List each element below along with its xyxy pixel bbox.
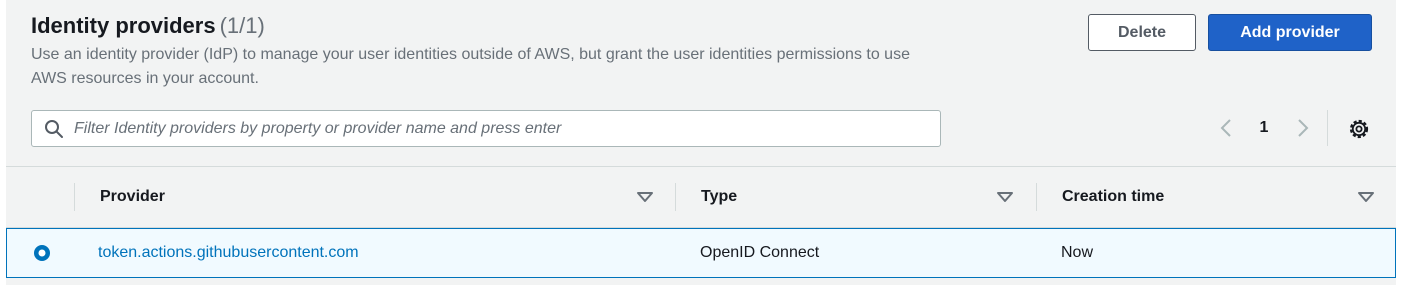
- column-separator: [1036, 183, 1037, 211]
- panel-header: Identity providers (1/1) Use an identity …: [6, 0, 1396, 166]
- caret-down-icon[interactable]: [636, 190, 654, 204]
- caret-down-icon[interactable]: [996, 190, 1014, 204]
- provider-link[interactable]: token.actions.githubusercontent.com: [98, 229, 359, 277]
- caret-down-icon[interactable]: [1357, 190, 1375, 204]
- radio-selected-icon[interactable]: [33, 244, 51, 262]
- provider-count: (1/1): [219, 13, 265, 38]
- table-row[interactable]: token.actions.githubusercontent.com Open…: [6, 228, 1396, 278]
- page-description: Use an identity provider (IdP) to manage…: [31, 46, 910, 87]
- identity-providers-panel: Identity providers (1/1) Use an identity …: [6, 0, 1396, 285]
- filter-input[interactable]: [74, 111, 924, 146]
- page-title-text: Identity providers: [31, 13, 216, 38]
- column-separator: [74, 183, 75, 211]
- delete-button[interactable]: Delete: [1088, 14, 1196, 51]
- current-page-number[interactable]: 1: [1252, 112, 1276, 144]
- providers-table: Provider Type Creation time token.action…: [6, 166, 1396, 285]
- column-separator: [675, 183, 676, 211]
- creation-time: Now: [1061, 244, 1094, 261]
- pagination-divider: [1327, 110, 1328, 146]
- table-header: Provider Type Creation time: [6, 166, 1396, 228]
- column-header-creation-time[interactable]: Creation time: [1062, 167, 1164, 227]
- gear-icon[interactable]: [1346, 116, 1372, 142]
- column-header-type[interactable]: Type: [701, 167, 737, 227]
- filter-search-box[interactable]: [31, 110, 941, 147]
- page-title: Identity providers (1/1): [31, 13, 265, 39]
- chevron-left-icon[interactable]: [1214, 112, 1240, 144]
- add-provider-button[interactable]: Add provider: [1208, 14, 1372, 51]
- search-icon: [45, 120, 63, 138]
- column-header-provider[interactable]: Provider: [100, 167, 165, 227]
- provider-type: OpenID Connect: [700, 244, 820, 261]
- chevron-right-icon[interactable]: [1289, 112, 1315, 144]
